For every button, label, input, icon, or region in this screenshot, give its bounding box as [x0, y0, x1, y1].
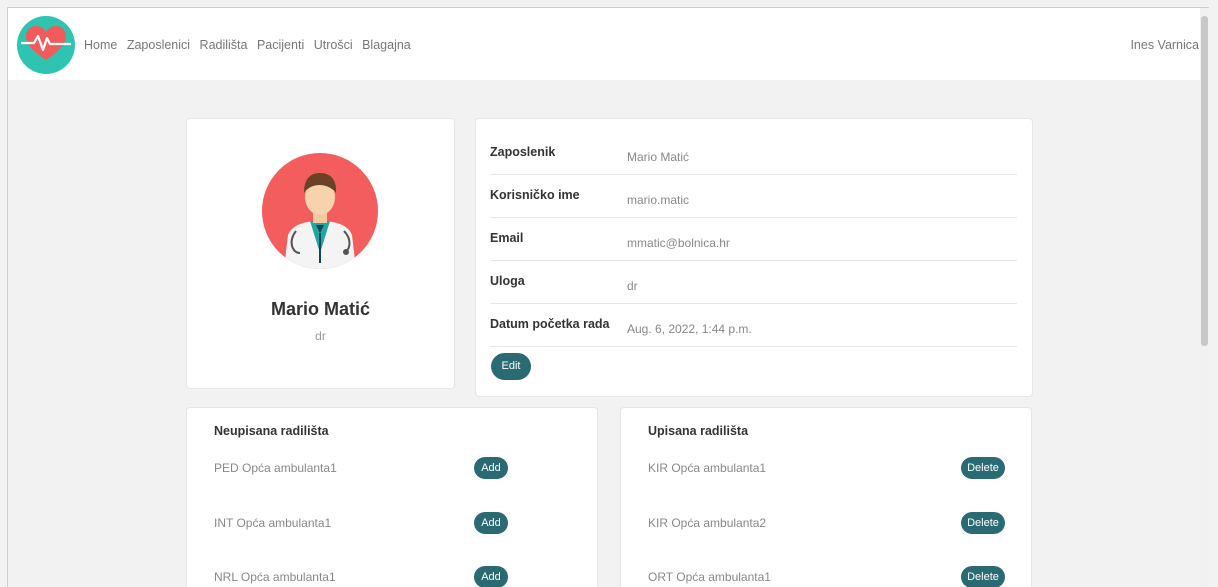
add-button[interactable]: Add — [474, 512, 508, 534]
add-button[interactable]: Add — [474, 566, 508, 587]
detail-value: dr — [627, 279, 638, 293]
detail-value: mmatic@bolnica.hr — [627, 236, 730, 250]
nav-link-radilista[interactable]: Radilišta — [200, 38, 248, 52]
detail-label: Datum početka rada — [490, 317, 610, 331]
workplace-label: ORT Opća ambulanta1 — [648, 570, 771, 584]
nav-link-pacijenti[interactable]: Pacijenti — [257, 38, 304, 52]
profile-card: Mario Matić dr — [186, 118, 455, 389]
list-item: ORT Opća ambulanta1 Delete — [648, 563, 1018, 587]
workplace-label: INT Opća ambulanta1 — [214, 516, 332, 530]
add-button[interactable]: Add — [474, 457, 508, 479]
navbar: Home Zaposlenici Radilišta Pacijenti Utr… — [8, 8, 1209, 80]
list-item: KIR Opća ambulanta2 Delete — [648, 509, 1018, 537]
nav-user-name[interactable]: Ines Varnica — [1130, 38, 1199, 52]
detail-label: Zaposlenik — [490, 145, 556, 159]
browser-frame: Home Zaposlenici Radilišta Pacijenti Utr… — [7, 7, 1209, 587]
detail-row-email: Email mmatic@bolnica.hr — [490, 217, 1017, 261]
nav-link-blagajna[interactable]: Blagajna — [362, 38, 411, 52]
detail-row-employee: Zaposlenik Mario Matić — [490, 131, 1017, 175]
workplace-label: KIR Opća ambulanta2 — [648, 516, 767, 530]
edit-button[interactable]: Edit — [491, 353, 531, 380]
workplace-label: NRL Opća ambulanta1 — [214, 570, 336, 584]
list-item: PED Opća ambulanta1 Add — [214, 454, 584, 482]
workplace-label: PED Opća ambulanta1 — [214, 461, 337, 475]
nav-link-zaposlenici[interactable]: Zaposlenici — [127, 38, 190, 52]
profile-role: dr — [315, 329, 326, 343]
detail-value: mario.matic — [627, 193, 690, 207]
detail-label: Korisničko ime — [490, 188, 580, 202]
detail-row-start-date: Datum početka rada Aug. 6, 2022, 1:44 p.… — [490, 303, 1017, 347]
list-title: Neupisana radilišta — [214, 424, 329, 438]
doctor-avatar-icon — [262, 153, 378, 269]
scrollbar[interactable] — [1200, 8, 1209, 587]
list-item: KIR Opća ambulanta1 Delete — [648, 454, 1018, 482]
unassigned-workplaces-card: Neupisana radilišta PED Opća ambulanta1 … — [186, 407, 598, 587]
workplace-label: KIR Opća ambulanta1 — [648, 461, 767, 475]
list-title: Upisana radilišta — [648, 424, 749, 438]
nav-link-home[interactable]: Home — [84, 38, 117, 52]
nav-link-utrosci[interactable]: Utrošci — [314, 38, 353, 52]
detail-label: Uloga — [490, 274, 525, 288]
list-item: INT Opća ambulanta1 Add — [214, 509, 584, 537]
detail-row-username: Korisničko ime mario.matic — [490, 174, 1017, 218]
list-item: NRL Opća ambulanta1 Add — [214, 563, 584, 587]
scrollbar-thumb[interactable] — [1201, 16, 1208, 346]
nav-links: Home Zaposlenici Radilišta Pacijenti Utr… — [84, 38, 417, 52]
delete-button[interactable]: Delete — [961, 566, 1005, 587]
detail-value: Aug. 6, 2022, 1:44 p.m. — [627, 322, 752, 336]
delete-button[interactable]: Delete — [961, 512, 1005, 534]
profile-name: Mario Matić — [270, 299, 371, 319]
detail-value: Mario Matić — [627, 150, 690, 164]
detail-label: Email — [490, 231, 524, 245]
delete-button[interactable]: Delete — [961, 457, 1005, 479]
detail-row-role: Uloga dr — [490, 260, 1017, 304]
heart-pulse-logo-icon[interactable] — [17, 16, 75, 74]
details-card: Zaposlenik Mario Matić Korisničko ime ma… — [475, 118, 1033, 397]
assigned-workplaces-card: Upisana radilišta KIR Opća ambulanta1 De… — [620, 407, 1032, 587]
